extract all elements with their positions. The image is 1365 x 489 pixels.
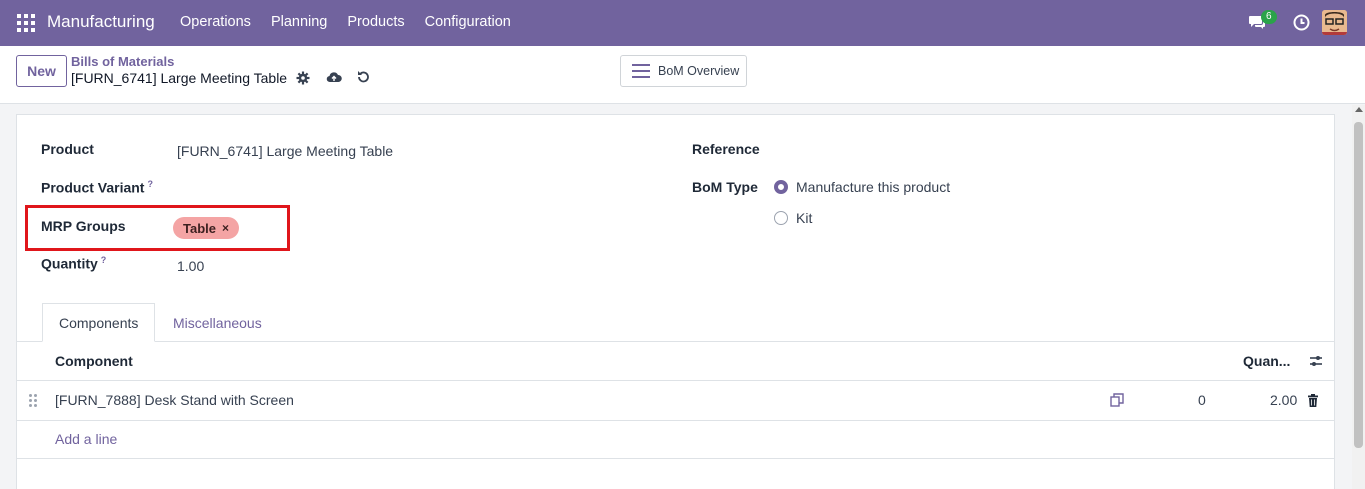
bom-overview-button[interactable]: BoM Overview [620, 55, 747, 87]
product-variant-label: Product Variant? [41, 179, 153, 196]
quantity-text: Quantity [41, 255, 98, 272]
component-count-cell: 0 [1198, 392, 1206, 408]
cloud-upload-icon[interactable] [326, 70, 342, 84]
forecast-report-icon[interactable] [1110, 393, 1124, 407]
user-avatar[interactable] [1322, 10, 1347, 35]
apps-grid-icon[interactable] [17, 14, 35, 32]
bom-type-manufacture-radio[interactable] [774, 180, 788, 194]
bom-overview-label: BoM Overview [658, 64, 740, 78]
scrollbar-thumb[interactable] [1354, 122, 1363, 448]
bom-type-kit-radio[interactable] [774, 211, 788, 225]
main-menu: Operations Planning Products Configurati… [180, 14, 531, 30]
remove-tag-icon[interactable]: × [222, 221, 229, 235]
component-cell[interactable]: [FURN_7888] Desk Stand with Screen [55, 392, 294, 408]
trash-icon[interactable] [1307, 394, 1319, 407]
menu-operations[interactable]: Operations [180, 14, 251, 30]
component-quantity-cell[interactable]: 2.00 [1270, 392, 1297, 408]
column-header-component[interactable]: Component [55, 353, 133, 369]
mrp-group-tag-label: Table [183, 220, 216, 236]
top-navbar: Manufacturing Operations Planning Produc… [0, 0, 1365, 46]
mrp-group-tag[interactable]: Table × [173, 217, 240, 239]
column-header-quantity[interactable]: Quan... [1243, 353, 1290, 369]
quantity-label: Quantity? [41, 255, 106, 272]
tab-components[interactable]: Components [42, 303, 156, 342]
table-bottom-divider [17, 458, 1334, 459]
header-divider [17, 380, 1334, 381]
mrp-groups-label: MRP Groups [41, 218, 126, 234]
drag-handle-icon[interactable] [29, 394, 37, 407]
product-label: Product [41, 141, 94, 157]
product-field[interactable]: [FURN_6741] Large Meeting Table [177, 143, 393, 159]
form-sheet: Product [FURN_6741] Large Meeting Table … [16, 114, 1335, 489]
add-a-line-link[interactable]: Add a line [55, 431, 117, 447]
reference-label: Reference [692, 141, 760, 157]
app-name[interactable]: Manufacturing [47, 12, 155, 32]
menu-products[interactable]: Products [347, 14, 404, 30]
help-icon[interactable]: ? [101, 255, 107, 265]
bom-type-manufacture-label[interactable]: Manufacture this product [796, 179, 950, 195]
bom-type-label: BoM Type [692, 179, 758, 195]
breadcrumb-bills-of-materials[interactable]: Bills of Materials [71, 54, 174, 69]
new-button[interactable]: New [16, 55, 67, 87]
row-divider [17, 420, 1334, 421]
breadcrumb-current-record: [FURN_6741] Large Meeting Table [71, 70, 288, 86]
discard-undo-icon[interactable] [356, 70, 370, 84]
gear-icon[interactable] [296, 71, 310, 85]
menu-configuration[interactable]: Configuration [425, 14, 511, 30]
chat-count-badge: 6 [1261, 10, 1277, 24]
menu-lines-icon [632, 64, 650, 78]
bom-type-kit-label[interactable]: Kit [796, 210, 812, 226]
clock-icon[interactable] [1293, 14, 1310, 31]
product-variant-text: Product Variant [41, 179, 145, 196]
help-icon[interactable]: ? [147, 179, 153, 189]
optional-columns-icon[interactable] [1309, 354, 1323, 368]
scroll-up-arrow-icon[interactable] [1355, 107, 1363, 112]
tab-miscellaneous[interactable]: Miscellaneous [157, 303, 278, 342]
control-panel: New Bills of Materials [FURN_6741] Large… [0, 46, 1365, 104]
menu-planning[interactable]: Planning [271, 14, 327, 30]
quantity-field[interactable]: 1.00 [177, 258, 204, 274]
